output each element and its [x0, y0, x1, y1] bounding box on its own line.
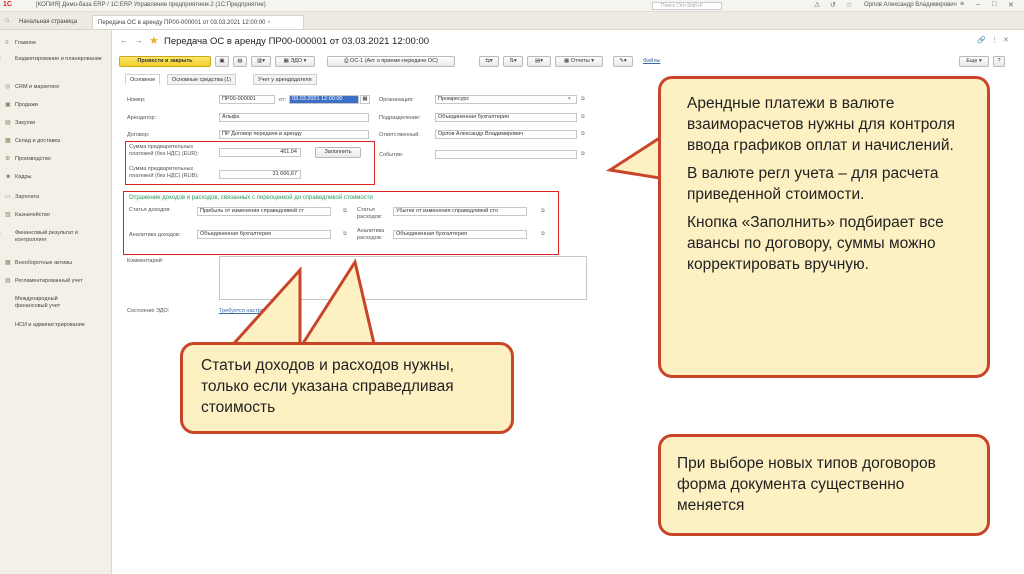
- callout-text-left: Статьи доходов и расходов нужны, только …: [201, 357, 454, 416]
- callout-text-1: Арендные платежи в валюте взаиморасчетов…: [687, 95, 956, 154]
- callout-text-3: Кнопка «Заполнить» подбирает все авансы …: [687, 214, 944, 273]
- callout-text-2: В валюте регл учета – для расчета привед…: [687, 165, 939, 203]
- left-callout-pointer: [297, 258, 377, 350]
- callout-currency-info: Арендные платежи в валюте взаиморасчетов…: [658, 76, 990, 378]
- callout-text-bottom: При выборе новых типов договоров форма д…: [677, 455, 936, 514]
- callout-contract-types: При выборе новых типов договоров форма д…: [658, 434, 990, 536]
- left-callout-pointer-upper: [224, 266, 302, 352]
- callout-income-expense: Статьи доходов и расходов нужны, только …: [180, 342, 514, 434]
